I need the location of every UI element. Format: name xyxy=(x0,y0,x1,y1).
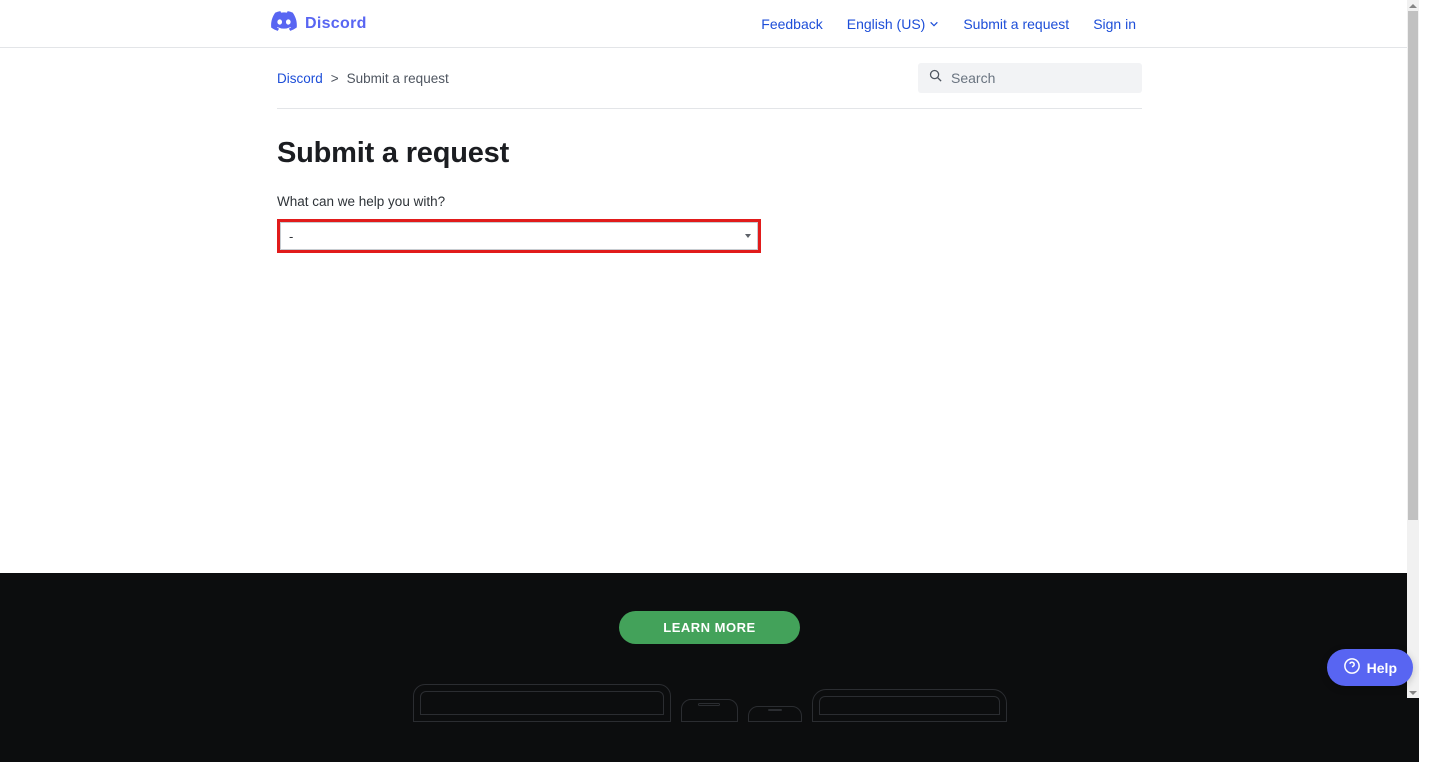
device-illustration xyxy=(0,682,1419,722)
top-nav: Feedback English (US) Submit a request S… xyxy=(761,16,1136,32)
site-header: Discord Feedback English (US) Submit a r… xyxy=(0,0,1419,48)
device-phone-2 xyxy=(748,706,802,722)
vertical-scrollbar[interactable] xyxy=(1407,0,1419,698)
scrollbar-up-arrow[interactable] xyxy=(1407,0,1419,11)
help-select[interactable]: - xyxy=(280,222,758,250)
chevron-down-icon xyxy=(929,16,939,32)
help-icon xyxy=(1343,657,1361,678)
scrollbar-down-arrow[interactable] xyxy=(1407,687,1419,698)
help-label: What can we help you with? xyxy=(277,194,1142,209)
learn-more-button[interactable]: LEARN MORE xyxy=(619,611,799,644)
nav-language-label: English (US) xyxy=(847,16,926,32)
device-laptop xyxy=(413,684,671,722)
nav-language-dropdown[interactable]: English (US) xyxy=(847,16,940,32)
discord-logo[interactable]: Discord xyxy=(271,11,367,36)
device-tablet xyxy=(812,689,1007,722)
search-icon xyxy=(928,68,943,88)
select-arrow-icon xyxy=(745,234,751,238)
main-container: Discord > Submit a request Submit a requ… xyxy=(277,48,1142,253)
nav-feedback[interactable]: Feedback xyxy=(761,16,822,32)
page-root: Discord Feedback English (US) Submit a r… xyxy=(0,0,1419,762)
scrollbar-thumb[interactable] xyxy=(1408,11,1418,520)
header-inner: Discord Feedback English (US) Submit a r… xyxy=(271,0,1136,48)
search-box[interactable] xyxy=(918,63,1142,93)
help-select-value: - xyxy=(289,229,293,244)
device-phone-1 xyxy=(681,699,738,722)
search-input[interactable] xyxy=(951,70,1132,86)
breadcrumb-root[interactable]: Discord xyxy=(277,71,323,86)
footer-section: LEARN MORE xyxy=(0,573,1419,762)
page-title: Submit a request xyxy=(277,137,1142,170)
help-select-highlight: - xyxy=(277,219,761,253)
nav-sign-in[interactable]: Sign in xyxy=(1093,16,1136,32)
discord-logo-icon xyxy=(271,11,297,36)
breadcrumb-separator: > xyxy=(331,71,339,86)
help-widget-button[interactable]: Help xyxy=(1327,649,1413,686)
help-widget-label: Help xyxy=(1367,660,1397,676)
discord-logo-text: Discord xyxy=(305,15,367,33)
breadcrumb-current: Submit a request xyxy=(347,71,449,86)
nav-submit-request[interactable]: Submit a request xyxy=(963,16,1069,32)
breadcrumb: Discord > Submit a request xyxy=(277,71,449,86)
sub-header-row: Discord > Submit a request xyxy=(277,48,1142,109)
